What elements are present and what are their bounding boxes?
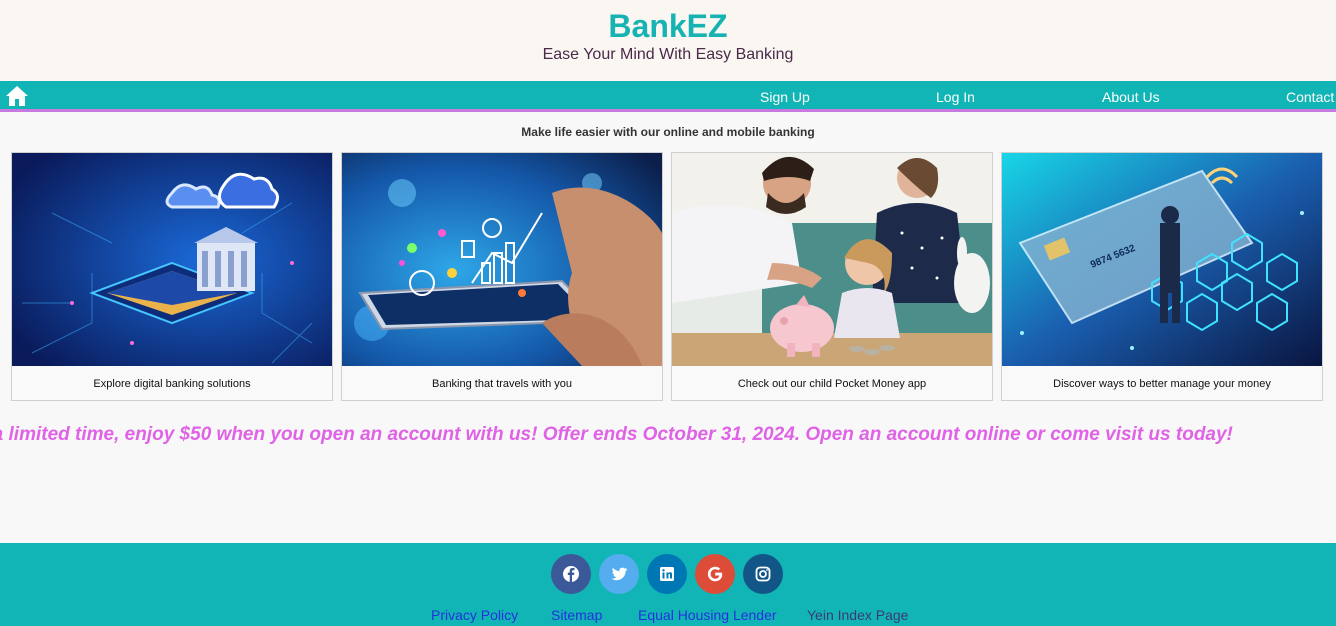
footer-link-equal-housing-lender[interactable]: Equal Housing Lender xyxy=(638,607,777,623)
instagram-icon[interactable] xyxy=(743,554,783,594)
card-caption: Banking that travels with you xyxy=(431,378,573,390)
facebook-icon[interactable] xyxy=(551,554,591,594)
footer-link-privacy-policy[interactable]: Privacy Policy xyxy=(431,607,518,623)
card-image-tablet xyxy=(342,153,662,366)
nav-log-in[interactable]: Log In xyxy=(936,89,975,105)
brand-title: BankEZ xyxy=(608,8,728,44)
main-nav: Sign Up Log In About Us Contact xyxy=(0,81,1336,112)
home-icon[interactable] xyxy=(5,85,29,107)
card-image-credit-card: 9874 5632 xyxy=(1002,153,1322,366)
card-pocket-money[interactable]: Check out our child Pocket Money app xyxy=(671,152,993,401)
card-image-digital-bank xyxy=(12,153,332,366)
nav-sign-up[interactable]: Sign Up xyxy=(760,89,810,105)
card-caption: Discover ways to better manage your mone… xyxy=(1053,378,1271,390)
card-caption: Check out our child Pocket Money app xyxy=(737,378,927,390)
card-caption: Explore digital banking solutions xyxy=(93,378,251,390)
card-money-management[interactable]: 9874 5632 Discover ways to better manage… xyxy=(1001,152,1323,401)
card-digital-banking[interactable]: Explore digital banking solutions xyxy=(11,152,333,401)
promo-marquee: r a limited time, enjoy $50 when you ope… xyxy=(0,424,1336,450)
intro-heading: Make life easier with our online and mob… xyxy=(521,125,815,139)
promo-text: r a limited time, enjoy $50 when you ope… xyxy=(0,424,1233,445)
nav-about-us[interactable]: About Us xyxy=(1102,89,1160,105)
footer-link-sitemap[interactable]: Sitemap xyxy=(551,607,602,623)
google-icon[interactable] xyxy=(695,554,735,594)
card-image-family-piggy-bank xyxy=(672,153,992,366)
linkedin-icon[interactable] xyxy=(647,554,687,594)
brand-tagline: Ease Your Mind With Easy Banking xyxy=(542,46,794,63)
footer-link-index-page[interactable]: Yein Index Page xyxy=(807,607,908,623)
twitter-icon[interactable] xyxy=(599,554,639,594)
card-mobile-banking[interactable]: Banking that travels with you xyxy=(341,152,663,401)
nav-contact[interactable]: Contact xyxy=(1286,89,1334,105)
site-header: BankEZ Ease Your Mind With Easy Banking xyxy=(0,0,1336,81)
site-footer: Privacy Policy Sitemap Equal Housing Len… xyxy=(0,543,1336,626)
